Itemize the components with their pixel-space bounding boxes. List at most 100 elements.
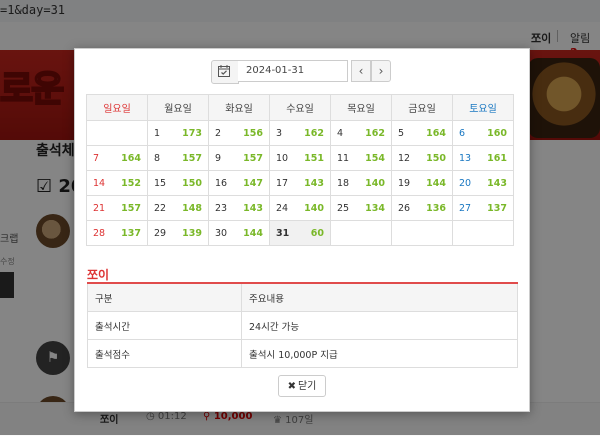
calendar-day-cell[interactable]: 30 144 xyxy=(208,220,270,246)
calendar-day-cell[interactable]: 2 156 xyxy=(208,120,270,146)
calendar-day-cell[interactable]: 22 148 xyxy=(147,195,209,221)
calendar-week-row: 14 152 15 150 16 147 17 143 18 140 19 144 20 143 xyxy=(86,170,514,196)
day-point: 152 xyxy=(121,178,141,189)
day-number: 14 xyxy=(93,178,106,189)
calendar-day-cell[interactable]: 28 137 xyxy=(86,220,148,246)
day-point: 147 xyxy=(243,178,263,189)
day-point: 139 xyxy=(182,228,202,239)
day-number: 11 xyxy=(337,153,350,164)
info-cell: 24시간 가능 xyxy=(241,311,518,340)
day-number: 2 xyxy=(215,128,222,139)
weekday-header: 금요일 xyxy=(391,94,453,121)
info-cell: 출석점수 xyxy=(87,339,242,368)
day-point: 144 xyxy=(426,178,446,189)
day-point: 136 xyxy=(426,203,446,214)
calendar-day-cell[interactable]: 14 152 xyxy=(86,170,148,196)
calendar-day-cell[interactable]: 12 150 xyxy=(391,145,453,171)
day-number: 28 xyxy=(93,228,106,239)
calendar-day-cell[interactable]: 16 147 xyxy=(208,170,270,196)
calendar-day-cell[interactable]: 9 157 xyxy=(208,145,270,171)
weekday-header: 화요일 xyxy=(208,94,270,121)
day-number: 4 xyxy=(337,128,344,139)
prev-month-button[interactable]: ‹ xyxy=(351,60,371,82)
calendar-day-cell[interactable]: 6 160 xyxy=(452,120,514,146)
day-number: 18 xyxy=(337,178,350,189)
day-point: 150 xyxy=(426,153,446,164)
calendar-day-cell[interactable]: 31 60 xyxy=(269,220,331,246)
day-point: 162 xyxy=(365,128,385,139)
calendar-day-cell[interactable]: 1 173 xyxy=(147,120,209,146)
weekday-header: 일요일 xyxy=(86,94,148,121)
calendar-day-cell[interactable]: 7 164 xyxy=(86,145,148,171)
calendar-empty-cell xyxy=(452,220,514,246)
day-point: 140 xyxy=(304,203,324,214)
close-icon: ✖ xyxy=(287,381,296,392)
close-button[interactable]: ✖ 닫기 xyxy=(278,375,326,397)
day-point: 157 xyxy=(243,153,263,164)
day-point: 137 xyxy=(121,228,141,239)
day-point: 157 xyxy=(121,203,141,214)
day-point: 151 xyxy=(304,153,324,164)
weekday-header: 월요일 xyxy=(147,94,209,121)
calendar-day-cell[interactable]: 19 144 xyxy=(391,170,453,196)
calendar-empty-cell xyxy=(86,120,148,146)
weekday-header: 토요일 xyxy=(452,94,514,121)
close-label: 닫기 xyxy=(297,381,317,392)
chevron-left-icon: ‹ xyxy=(358,64,364,78)
calendar-empty-cell xyxy=(330,220,392,246)
day-number: 17 xyxy=(276,178,289,189)
next-month-button[interactable]: › xyxy=(371,60,391,82)
calendar-day-cell[interactable]: 8 157 xyxy=(147,145,209,171)
day-point: 134 xyxy=(365,203,385,214)
day-point: 137 xyxy=(487,203,507,214)
day-number: 5 xyxy=(398,128,405,139)
calendar-grid: 일요일 월요일 화요일 수요일 목요일 금요일 토요일 1 173 2 156 3 162… xyxy=(86,94,514,246)
calendar-day-cell[interactable]: 18 140 xyxy=(330,170,392,196)
calendar-day-cell[interactable]: 13 161 xyxy=(452,145,514,171)
day-number: 23 xyxy=(215,203,228,214)
day-number: 24 xyxy=(276,203,289,214)
calendar-day-cell[interactable]: 4 162 xyxy=(330,120,392,146)
day-number: 26 xyxy=(398,203,411,214)
calendar-day-cell[interactable]: 10 151 xyxy=(269,145,331,171)
calendar-day-cell[interactable]: 5 164 xyxy=(391,120,453,146)
calendar-day-cell[interactable]: 25 134 xyxy=(330,195,392,221)
calendar-day-cell[interactable]: 11 154 xyxy=(330,145,392,171)
calendar-day-cell[interactable]: 21 157 xyxy=(86,195,148,221)
day-number: 3 xyxy=(276,128,283,139)
chevron-right-icon: › xyxy=(378,64,384,78)
calendar-day-cell[interactable]: 27 137 xyxy=(452,195,514,221)
attendance-calendar-modal: ‹ › 일요일 월요일 화요일 수요일 목요일 금요일 토요일 11732156… xyxy=(74,48,530,412)
day-number: 9 xyxy=(215,153,222,164)
day-number: 10 xyxy=(276,153,289,164)
info-row: 출석시간 24시간 가능 xyxy=(87,311,518,340)
calendar-day-cell[interactable]: 20 143 xyxy=(452,170,514,196)
day-point: 157 xyxy=(182,153,202,164)
calendar-day-cell[interactable]: 24 140 xyxy=(269,195,331,221)
calendar-day-cell[interactable]: 29 139 xyxy=(147,220,209,246)
day-point: 148 xyxy=(182,203,202,214)
day-number: 6 xyxy=(459,128,466,139)
day-number: 22 xyxy=(154,203,167,214)
info-header: 주요내용 xyxy=(241,282,518,312)
calendar-day-cell[interactable]: 17 143 xyxy=(269,170,331,196)
day-number: 29 xyxy=(154,228,167,239)
calendar-day-cell[interactable]: 23 143 xyxy=(208,195,270,221)
calendar-check-icon[interactable] xyxy=(211,60,239,84)
day-point: 144 xyxy=(243,228,263,239)
day-number: 27 xyxy=(459,203,472,214)
date-input[interactable] xyxy=(238,60,348,82)
day-point: 143 xyxy=(487,178,507,189)
day-point: 154 xyxy=(365,153,385,164)
calendar-week-row: 21 157 22 148 23 143 24 140 25 134 26 136 27 137 xyxy=(86,195,514,221)
day-number: 16 xyxy=(215,178,228,189)
weekday-header: 수요일 xyxy=(269,94,331,121)
calendar-body: 1 173 2 156 3 162 4 162 5 164 6 160 7 164 8 157 9 157 10 15… xyxy=(86,120,514,246)
day-number: 20 xyxy=(459,178,472,189)
day-number: 31 xyxy=(276,228,290,239)
day-point: 173 xyxy=(182,128,202,139)
day-point: 60 xyxy=(310,228,324,239)
calendar-day-cell[interactable]: 26 136 xyxy=(391,195,453,221)
calendar-day-cell[interactable]: 15 150 xyxy=(147,170,209,196)
calendar-day-cell[interactable]: 3 162 xyxy=(269,120,331,146)
